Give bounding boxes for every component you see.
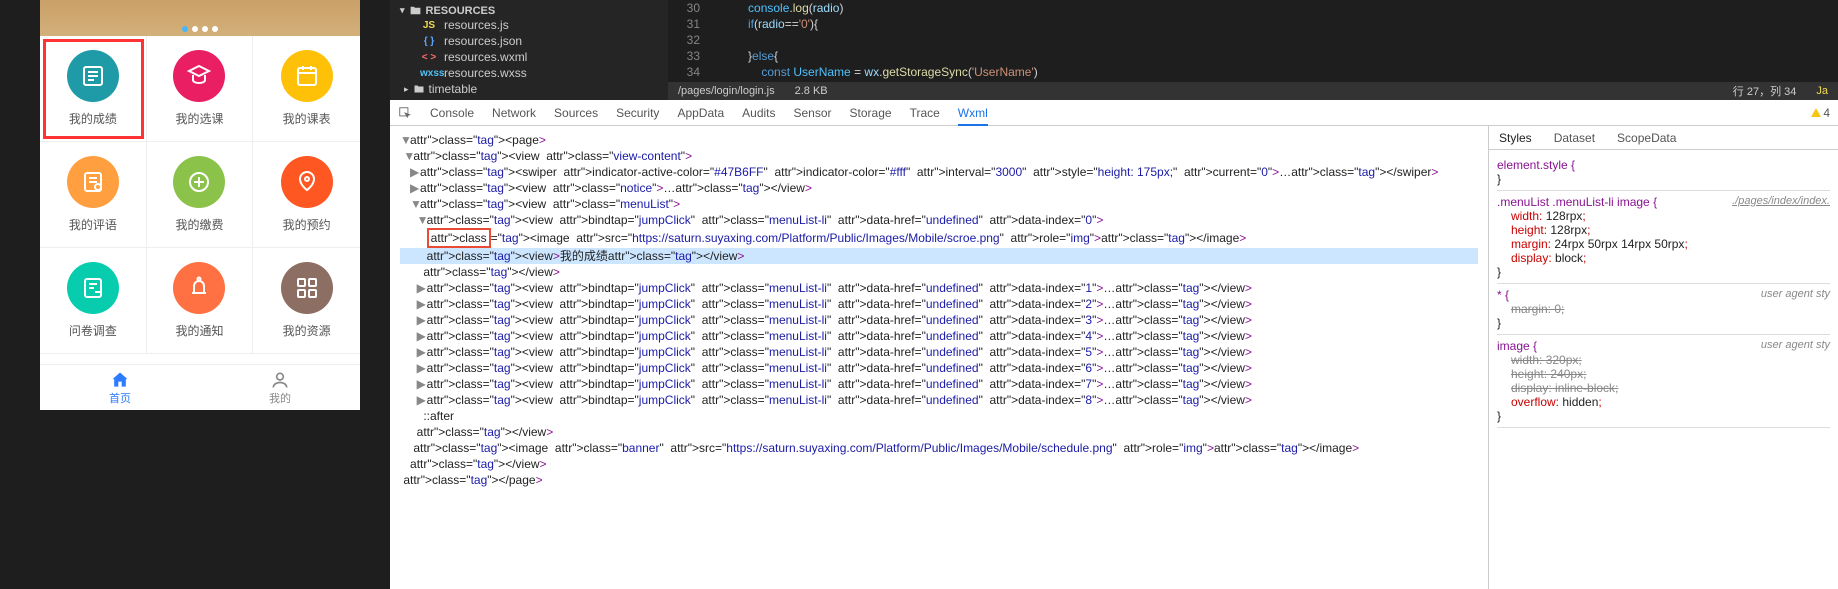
wxml-tree[interactable]: ▼attr">class="tag"><page> ▼attr">class="… bbox=[390, 126, 1488, 589]
file-resources.wxss[interactable]: wxssresources.wxss bbox=[400, 65, 668, 81]
menu-item-6[interactable]: 问卷调查 bbox=[40, 248, 147, 354]
file-tree[interactable]: ▾ resources JSresources.js{ }resources.j… bbox=[390, 0, 668, 100]
menu-item-0[interactable]: 我的成绩 bbox=[40, 36, 147, 142]
menu-item-4[interactable]: 我的缴费 bbox=[147, 142, 254, 248]
css-rule[interactable]: ./pages/index/index..menuList .menuList-… bbox=[1497, 191, 1830, 284]
tabbar-home[interactable]: 首页 bbox=[40, 365, 200, 410]
file-resources.wxml[interactable]: < >resources.wxml bbox=[400, 49, 668, 65]
file-path: /pages/login/login.js bbox=[678, 85, 775, 97]
cursor-position: 行 27，列 34 bbox=[1733, 83, 1797, 99]
styles-tabs: Styles Dataset ScopeData bbox=[1489, 126, 1838, 150]
devtools-tab-sensor[interactable]: Sensor bbox=[794, 106, 832, 120]
menu-grid: 我的成绩我的选课我的课表我的评语我的缴费我的预约问卷调查我的通知我的资源 bbox=[40, 36, 360, 354]
devtools-toolbar: Console Network Sources Security AppData Audi… bbox=[390, 100, 1838, 126]
file-resources.js[interactable]: JSresources.js bbox=[400, 17, 668, 33]
devtools-tab-wxml[interactable]: Wxml bbox=[958, 106, 988, 126]
menu-item-3[interactable]: 我的评语 bbox=[40, 142, 147, 248]
styles-tab-dataset[interactable]: Dataset bbox=[1554, 131, 1595, 145]
menu-item-7[interactable]: 我的通知 bbox=[147, 248, 254, 354]
menu-item-1[interactable]: 我的选课 bbox=[147, 36, 254, 142]
devtools-tab-network[interactable]: Network bbox=[492, 106, 536, 120]
editor-status-bar: /pages/login/login.js 2.8 KB 行 27，列 34 J… bbox=[668, 82, 1838, 100]
swiper-hero[interactable] bbox=[40, 0, 360, 36]
menu-item-8[interactable]: 我的资源 bbox=[253, 248, 360, 354]
tabbar-mine[interactable]: 我的 bbox=[200, 365, 360, 410]
devtools-tab-sources[interactable]: Sources bbox=[554, 106, 598, 120]
devtools-tab-console[interactable]: Console bbox=[430, 106, 474, 120]
warnings-badge[interactable]: 4 bbox=[1811, 106, 1830, 120]
folder-timetable[interactable]: ▸ timetable bbox=[400, 81, 668, 97]
folder-resources[interactable]: ▾ resources bbox=[400, 4, 668, 17]
devtools: Console Network Sources Security AppData Audi… bbox=[390, 100, 1838, 589]
css-rule[interactable]: user agent styimage {width: 320px;height… bbox=[1497, 335, 1830, 428]
devtools-tab-storage[interactable]: Storage bbox=[850, 106, 892, 120]
devtools-tab-appdata[interactable]: AppData bbox=[677, 106, 724, 120]
file-size: 2.8 KB bbox=[795, 85, 828, 97]
devtools-tab-audits[interactable]: Audits bbox=[742, 106, 775, 120]
code-editor[interactable]: 303132333435 console.log(radio) if(radio… bbox=[668, 0, 1838, 100]
inspect-icon[interactable] bbox=[398, 106, 412, 120]
devtools-tab-security[interactable]: Security bbox=[616, 106, 659, 120]
ide: ▾ resources JSresources.js{ }resources.j… bbox=[390, 0, 1838, 589]
file-resources.json[interactable]: { }resources.json bbox=[400, 33, 668, 49]
tabbar: 首页我的 bbox=[40, 364, 360, 410]
css-rule[interactable]: user agent sty* {margin: 0;} bbox=[1497, 284, 1830, 335]
styles-tab-scopedata[interactable]: ScopeData bbox=[1617, 131, 1676, 145]
menu-item-2[interactable]: 我的课表 bbox=[253, 36, 360, 142]
styles-tab-styles[interactable]: Styles bbox=[1499, 131, 1532, 145]
swiper-dots bbox=[182, 26, 218, 32]
devtools-tab-trace[interactable]: Trace bbox=[910, 106, 940, 120]
css-rule[interactable]: element.style {} bbox=[1497, 154, 1830, 191]
styles-pane: Styles Dataset ScopeData element.style {}.… bbox=[1488, 126, 1838, 589]
phone-simulator: 我的成绩我的选课我的课表我的评语我的缴费我的预约问卷调查我的通知我的资源 首页我… bbox=[40, 0, 360, 410]
menu-item-5[interactable]: 我的预约 bbox=[253, 142, 360, 248]
language-mode: Ja bbox=[1816, 85, 1828, 97]
